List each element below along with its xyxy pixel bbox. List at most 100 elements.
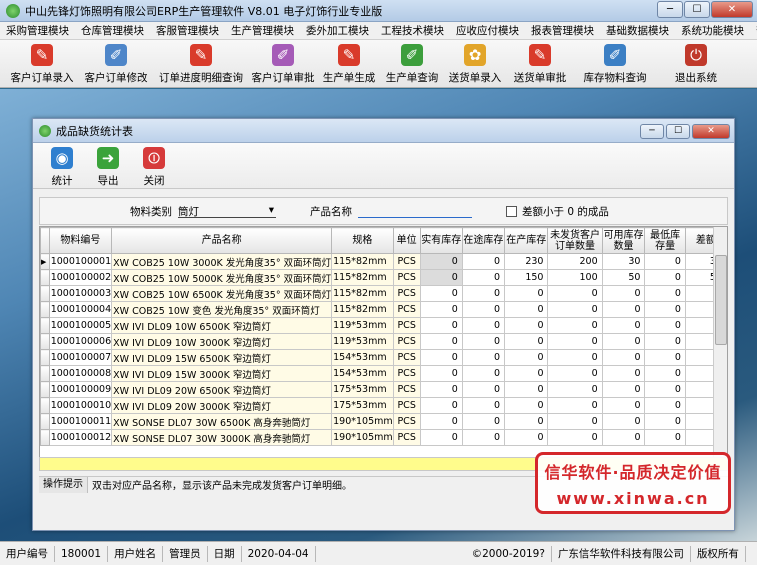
- table-cell: 0: [547, 381, 603, 398]
- table-cell: 154*53mm: [331, 349, 394, 366]
- row-indicator[interactable]: [40, 285, 50, 302]
- menu-item-8[interactable]: 基础数据模块: [600, 23, 675, 38]
- data-grid: 物料编号 产品名称 规格 单位 实有库存 在途库存 在产库存 未发货客户订单数量 可用库存数量最…: [39, 226, 728, 466]
- category-select[interactable]: 筒灯 ▾: [178, 204, 276, 218]
- child-tool-1[interactable]: ➜ 导出: [85, 143, 131, 189]
- table-row[interactable]: 1000100007 XW IVI DL09 15W 6500K 窄边筒灯 154*…: [40, 349, 727, 366]
- table-row[interactable]: 1000100003 XW COB25 10W 6500K 发光角度35° 双面环…: [40, 285, 727, 302]
- menu-item-1[interactable]: 仓库管理模块: [75, 23, 150, 38]
- close-button[interactable]: ✕: [711, 1, 753, 18]
- child-close-button[interactable]: ✕: [692, 124, 730, 139]
- column-header-5[interactable]: 在途库存: [461, 227, 506, 254]
- row-indicator[interactable]: [40, 269, 50, 286]
- maximize-button[interactable]: ☐: [684, 1, 710, 18]
- table-cell: 0: [547, 333, 603, 350]
- menu-item-7[interactable]: 报表管理模块: [525, 23, 600, 38]
- table-cell: 0: [644, 285, 686, 302]
- menu-item-3[interactable]: 生产管理模块: [225, 23, 300, 38]
- row-indicator[interactable]: [40, 301, 50, 318]
- table-row[interactable]: 1000100005 XW IVI DL09 10W 6500K 窄边筒灯 119*…: [40, 317, 727, 334]
- product-name-input[interactable]: [358, 204, 472, 218]
- negative-diff-checkbox[interactable]: [506, 205, 517, 217]
- table-row[interactable]: 1000100011 XW SONSE DL07 30W 6500K 高身奔驰筒灯…: [40, 413, 727, 430]
- vertical-scrollbar[interactable]: [713, 227, 727, 465]
- toolbar-button-6[interactable]: ✿ 送货单录入: [444, 40, 506, 86]
- table-cell: 0: [547, 365, 603, 382]
- paper-icon: ✐: [401, 44, 423, 66]
- table-cell: 0: [419, 333, 463, 350]
- table-row[interactable]: ▶ 1000100001 XW COB25 10W 3000K 发光角度35° 双面…: [40, 253, 727, 270]
- column-header-0[interactable]: 物料编号: [48, 227, 113, 254]
- table-cell: 115*82mm: [331, 301, 394, 318]
- row-indicator[interactable]: ▶: [40, 253, 50, 270]
- toolbar-button-0[interactable]: ✎ 客户订单录入: [6, 40, 78, 86]
- table-cell: 115*82mm: [331, 253, 394, 270]
- table-row[interactable]: 1000100008 XW IVI DL09 15W 3000K 窄边筒灯 154*…: [40, 365, 727, 382]
- table-cell: 115*82mm: [331, 269, 394, 286]
- row-indicator[interactable]: [40, 413, 50, 430]
- row-indicator[interactable]: [40, 381, 50, 398]
- child-maximize-button[interactable]: ☐: [666, 124, 690, 139]
- column-header-6[interactable]: 在产库存: [503, 227, 549, 254]
- table-cell: 0: [547, 301, 603, 318]
- table-cell: 115*82mm: [331, 285, 394, 302]
- toolbar-button-7[interactable]: ✎ 送货单审批: [506, 40, 574, 86]
- minimize-button[interactable]: ─: [657, 1, 683, 18]
- toolbar-button-5[interactable]: ✐ 生产单查询: [380, 40, 444, 86]
- toolbar-button-4[interactable]: ✎ 生产单生成: [318, 40, 380, 86]
- toolbar-label: 退出系统: [675, 72, 717, 84]
- table-row[interactable]: 1000100006 XW IVI DL09 10W 3000K 窄边筒灯 119*…: [40, 333, 727, 350]
- table-cell: PCS: [392, 429, 421, 446]
- table-cell: PCS: [392, 253, 421, 270]
- column-header-7[interactable]: 未发货客户订单数量: [547, 227, 603, 254]
- table-cell: 0: [419, 253, 463, 270]
- menu-item-0[interactable]: 采购管理模块: [0, 23, 75, 38]
- table-row[interactable]: 1000100002 XW COB25 10W 5000K 发光角度35° 双面环…: [40, 269, 727, 286]
- table-row[interactable]: 1000100004 XW COB25 10W 变色 发光角度35° 双面环筒灯 1…: [40, 301, 727, 318]
- column-header-8[interactable]: 可用库存数量: [601, 227, 646, 254]
- child-tool-2[interactable]: ⏼ 关闭: [131, 143, 177, 189]
- column-header-4[interactable]: 实有库存: [419, 227, 463, 254]
- table-cell: 1000100008: [48, 365, 113, 382]
- table-cell: 0: [461, 413, 506, 430]
- row-indicator[interactable]: [40, 397, 50, 414]
- child-tool-0[interactable]: ◉ 统计: [39, 143, 85, 189]
- column-header-1[interactable]: 产品名称: [111, 227, 333, 254]
- hint-text: 双击对应产品名称，显示该产品未完成发货客户订单明细。: [92, 481, 352, 492]
- toolbar-button-8[interactable]: ✐ 库存物料查询: [574, 40, 656, 86]
- table-cell: 0: [601, 333, 646, 350]
- table-cell: 1000100004: [48, 301, 113, 318]
- column-header-2[interactable]: 规格: [331, 227, 394, 254]
- row-indicator[interactable]: [40, 317, 50, 334]
- toolbar-button-9[interactable]: ⏻ 退出系统: [656, 40, 736, 86]
- menu-item-2[interactable]: 客服管理模块: [150, 23, 225, 38]
- table-cell: 230: [503, 253, 549, 270]
- toolbar-button-1[interactable]: ✐ 客户订单修改: [78, 40, 154, 86]
- row-indicator[interactable]: [40, 365, 50, 382]
- column-header-9[interactable]: 最低库存量: [644, 227, 686, 254]
- toolbar-label: 订单进度明细查询: [159, 72, 243, 84]
- table-cell: 0: [644, 365, 686, 382]
- toolbar-button-2[interactable]: ✎ 订单进度明细查询: [154, 40, 248, 86]
- menu-item-9[interactable]: 系统功能模块: [675, 23, 750, 38]
- table-cell: PCS: [392, 349, 421, 366]
- row-indicator[interactable]: [40, 333, 50, 350]
- row-indicator[interactable]: [40, 349, 50, 366]
- table-cell: 0: [461, 285, 506, 302]
- table-cell: 0: [461, 397, 506, 414]
- table-row[interactable]: 1000100009 XW IVI DL09 20W 6500K 窄边筒灯 175*…: [40, 381, 727, 398]
- row-indicator[interactable]: [40, 429, 50, 446]
- menu-item-5[interactable]: 工程技术模块: [375, 23, 450, 38]
- menu-item-4[interactable]: 委外加工模块: [300, 23, 375, 38]
- status-field-0: 用户编号: [0, 545, 55, 562]
- table-row[interactable]: 1000100010 XW IVI DL09 20W 3000K 窄边筒灯 175*…: [40, 397, 727, 414]
- column-header-3[interactable]: 单位: [392, 227, 421, 254]
- menu-item-10[interactable]: 帮助: [750, 23, 757, 38]
- child-minimize-button[interactable]: ─: [640, 124, 664, 139]
- menu-item-6[interactable]: 应收应付模块: [450, 23, 525, 38]
- table-row[interactable]: 1000100012 XW SONSE DL07 30W 3000K 高身奔驰筒灯…: [40, 429, 727, 446]
- table-cell: 0: [503, 349, 549, 366]
- table-cell: 0: [419, 397, 463, 414]
- scroll-thumb[interactable]: [715, 255, 727, 345]
- toolbar-button-3[interactable]: ✐ 客户订单审批: [248, 40, 318, 86]
